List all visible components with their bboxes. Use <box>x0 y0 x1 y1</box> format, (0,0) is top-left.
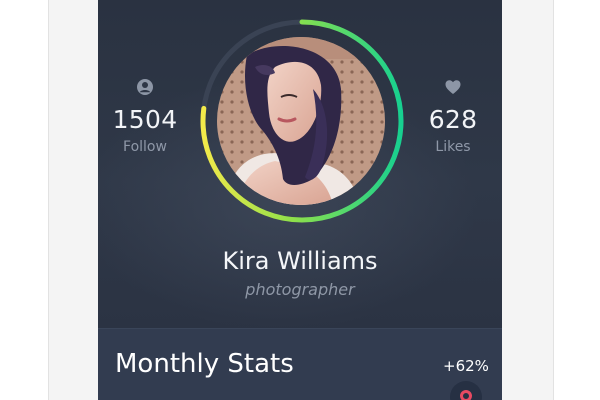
heart-icon <box>445 80 461 94</box>
stats-indicator-icon[interactable] <box>450 381 482 400</box>
likes-stat[interactable]: 628 Likes <box>398 78 502 155</box>
follow-label: Follow <box>123 139 167 155</box>
likes-count: 628 <box>428 105 478 134</box>
profile-name: Kira Williams <box>222 247 378 275</box>
profile-photo <box>217 37 385 205</box>
monthly-stats-card[interactable]: Monthly Stats +62% <box>98 328 502 400</box>
profile-role: photographer <box>245 280 355 299</box>
user-icon <box>137 79 153 95</box>
follow-count: 1504 <box>112 105 178 134</box>
likes-label: Likes <box>435 139 471 155</box>
stats-indicator-ring <box>460 390 472 400</box>
profile-header: 1504 Follow 628 Likes Kira Williams phot… <box>98 0 502 328</box>
avatar[interactable] <box>217 37 385 205</box>
monthly-stats-title: Monthly Stats <box>115 349 294 379</box>
monthly-stats-change: +62% <box>443 357 489 375</box>
app-screen: 1504 Follow 628 Likes Kira Williams phot… <box>98 0 502 400</box>
follow-stat[interactable]: 1504 Follow <box>98 78 200 155</box>
